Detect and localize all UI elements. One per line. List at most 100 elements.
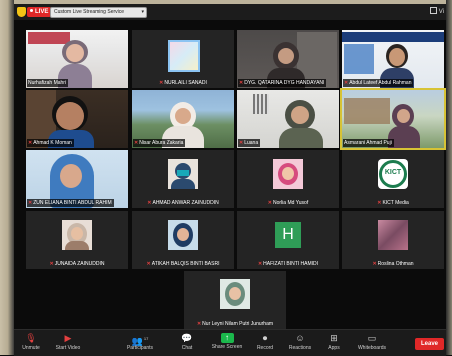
meeting-top-bar: LIVE Custom Live Streaming Service ▾ Vi bbox=[14, 4, 446, 20]
participant-name: Abdul Lateef Abdul Rahman bbox=[349, 80, 412, 86]
participant-tile[interactable]: ✕ATIKAH BALQIS BINTI BASRI bbox=[132, 211, 234, 269]
participant-caption: ✕NURLAILI SANADI bbox=[132, 78, 234, 88]
leave-button[interactable]: Leave bbox=[414, 338, 444, 350]
share-screen-button[interactable]: ↑ Share Screen bbox=[210, 333, 244, 355]
mic-muted-icon: ✕ bbox=[28, 140, 33, 146]
monitor-bezel-left bbox=[0, 0, 14, 355]
participant-avatar bbox=[220, 279, 250, 309]
apps-button[interactable]: ⊞ Apps bbox=[324, 333, 344, 355]
participant-tile-active-speaker[interactable]: Asmarani Ahmad Puji bbox=[340, 88, 446, 150]
live-badge[interactable]: LIVE bbox=[27, 7, 52, 17]
participant-avatar bbox=[273, 159, 303, 189]
record-label: Record bbox=[256, 345, 274, 351]
live-dot-icon bbox=[30, 9, 33, 12]
participant-name: Norlia Md Yusof bbox=[273, 200, 309, 206]
participant-caption: ✕Nur Leyni Nilam Putri Junurham bbox=[184, 319, 286, 329]
participant-name: ATIKAH BALQIS BINTI BASRI bbox=[151, 261, 220, 267]
smiley-icon: ☺ bbox=[295, 333, 305, 343]
participant-tile[interactable]: ✕JUNAIDA ZAINUDDIN bbox=[26, 211, 128, 269]
participants-label: Participants bbox=[126, 345, 154, 351]
participant-tile[interactable]: KICT ✕KICT Media bbox=[342, 150, 444, 208]
participants-icon: 👥17 bbox=[131, 336, 149, 346]
participant-caption: ✕AHMAD ANWAR ZAINUDDIN bbox=[132, 198, 234, 208]
participant-tile[interactable]: ✕Roslina Othman bbox=[342, 211, 444, 269]
mic-muted-icon: ✕ bbox=[267, 200, 272, 206]
chat-label: Chat bbox=[181, 345, 193, 351]
chat-button[interactable]: 💬 Chat bbox=[177, 333, 197, 355]
participant-name: AHMAD ANWAR ZAINUDDIN bbox=[152, 200, 219, 206]
participant-name: Nurhafizah Mahri bbox=[28, 80, 67, 86]
apps-label: Apps bbox=[328, 345, 340, 351]
mic-muted-icon: ✕ bbox=[239, 140, 244, 146]
participant-tile[interactable]: ✕Ahmad K Moman bbox=[26, 90, 128, 148]
unmute-button[interactable]: 🎙 Unmute bbox=[18, 333, 44, 355]
participant-tile[interactable]: ✕ZUN ELIANA BINTI ABDUL RAHIM bbox=[26, 150, 128, 208]
reactions-button[interactable]: ☺ Reactions bbox=[286, 333, 314, 355]
view-label: Vi bbox=[438, 9, 444, 15]
grid-view-icon bbox=[429, 7, 437, 14]
participant-name: KICT Media bbox=[382, 200, 409, 206]
participant-name: Nisar Abura Zakaria bbox=[139, 140, 184, 146]
participant-caption: ✕HAFIZATI BINTI HAMIDI bbox=[237, 259, 339, 269]
share-screen-arrow-icon: ↑ bbox=[220, 333, 234, 343]
live-stream-select[interactable]: Custom Live Streaming Service ▾ bbox=[50, 7, 147, 18]
whiteboard-icon: ▭ bbox=[367, 333, 377, 343]
participant-tile[interactable]: ✕Abdul Lateef Abdul Rahman bbox=[342, 30, 444, 88]
participant-name-tag: ✕ZUN ELIANA BINTI ABDUL RAHIM bbox=[27, 199, 114, 207]
mic-muted-icon: ✕ bbox=[146, 261, 151, 267]
participant-tile[interactable]: ✕Nur Leyni Nilam Putri Junurham bbox=[184, 271, 286, 329]
participant-tile[interactable]: ✕DYG. QATARINA DYG HANDAYANI bbox=[237, 30, 339, 88]
start-video-button[interactable]: ▶ Start Video bbox=[52, 333, 84, 355]
participant-tile[interactable]: ✕Luana bbox=[237, 90, 339, 148]
participant-tile[interactable]: ✕NURLAILI SANADI bbox=[132, 30, 234, 88]
participant-name: Luana bbox=[244, 140, 259, 146]
mic-muted-icon: ✕ bbox=[147, 200, 152, 206]
chevron-down-icon: ▾ bbox=[141, 9, 144, 15]
participants-button[interactable]: 👥17 Participants bbox=[124, 333, 156, 355]
live-stream-select-value: Custom Live Streaming Service bbox=[54, 9, 125, 15]
participant-name-tag: ✕Nisar Abura Zakaria bbox=[133, 139, 186, 147]
mic-muted-icon: ✕ bbox=[28, 200, 33, 206]
start-video-label: Start Video bbox=[55, 345, 81, 351]
view-button[interactable]: Vi bbox=[429, 7, 444, 17]
participant-tile[interactable]: Nurhafizah Mahri bbox=[26, 30, 128, 88]
participant-letter-avatar: H bbox=[275, 222, 301, 248]
participant-tile[interactable]: ✕Nisar Abura Zakaria bbox=[132, 90, 234, 148]
participants-count: 17 bbox=[143, 336, 149, 341]
participant-tile[interactable]: H ✕HAFIZATI BINTI HAMIDI bbox=[237, 211, 339, 269]
kict-logo-text: KICT bbox=[384, 169, 402, 176]
mic-muted-icon: ✕ bbox=[239, 80, 244, 86]
participant-caption: ✕ATIKAH BALQIS BINTI BASRI bbox=[132, 259, 234, 269]
participant-name-tag: ✕Luana bbox=[238, 139, 261, 147]
mic-muted-icon: ✕ bbox=[344, 80, 349, 86]
participant-avatar bbox=[168, 40, 200, 72]
participant-name: JUNAIDA ZAINUDDIN bbox=[54, 261, 105, 267]
participant-name-tag: ✕DYG. QATARINA DYG HANDAYANI bbox=[238, 79, 327, 87]
participant-name-tag: Nurhafizah Mahri bbox=[27, 79, 69, 87]
participant-avatar bbox=[62, 220, 92, 250]
participant-tile[interactable]: ✕Norlia Md Yusof bbox=[237, 150, 339, 208]
live-label: LIVE bbox=[35, 9, 49, 15]
participant-avatar: KICT bbox=[378, 159, 408, 189]
whiteboards-button[interactable]: ▭ Whiteboards bbox=[355, 333, 389, 355]
whiteboards-label: Whiteboards bbox=[357, 345, 387, 351]
security-shield-icon[interactable] bbox=[17, 7, 26, 17]
reactions-label: Reactions bbox=[288, 345, 312, 351]
meeting-toolbar: 🎙 Unmute ▶ Start Video 👥17 Participants … bbox=[14, 329, 446, 356]
participant-caption: ✕KICT Media bbox=[342, 198, 444, 208]
participant-name-tag: ✕Ahmad K Moman bbox=[27, 139, 74, 147]
mic-muted-icon: ✕ bbox=[257, 261, 263, 267]
mic-muted-icon: ✕ bbox=[134, 140, 139, 146]
participant-avatar bbox=[168, 159, 198, 189]
participant-avatar bbox=[378, 220, 408, 250]
record-button[interactable]: ⏺ Record bbox=[254, 333, 276, 355]
apps-grid-icon: ⊞ bbox=[330, 333, 338, 343]
monitor-bezel-right bbox=[446, 0, 452, 355]
chat-icon: 💬 bbox=[181, 333, 193, 343]
participant-caption: ✕Roslina Othman bbox=[342, 259, 444, 269]
participant-caption: ✕JUNAIDA ZAINUDDIN bbox=[26, 259, 128, 269]
participant-tile[interactable]: ✕AHMAD ANWAR ZAINUDDIN bbox=[132, 150, 234, 208]
participant-avatar bbox=[168, 220, 198, 250]
participant-name-tag: ✕Abdul Lateef Abdul Rahman bbox=[343, 79, 414, 87]
mic-muted-icon: ✕ bbox=[377, 200, 382, 206]
